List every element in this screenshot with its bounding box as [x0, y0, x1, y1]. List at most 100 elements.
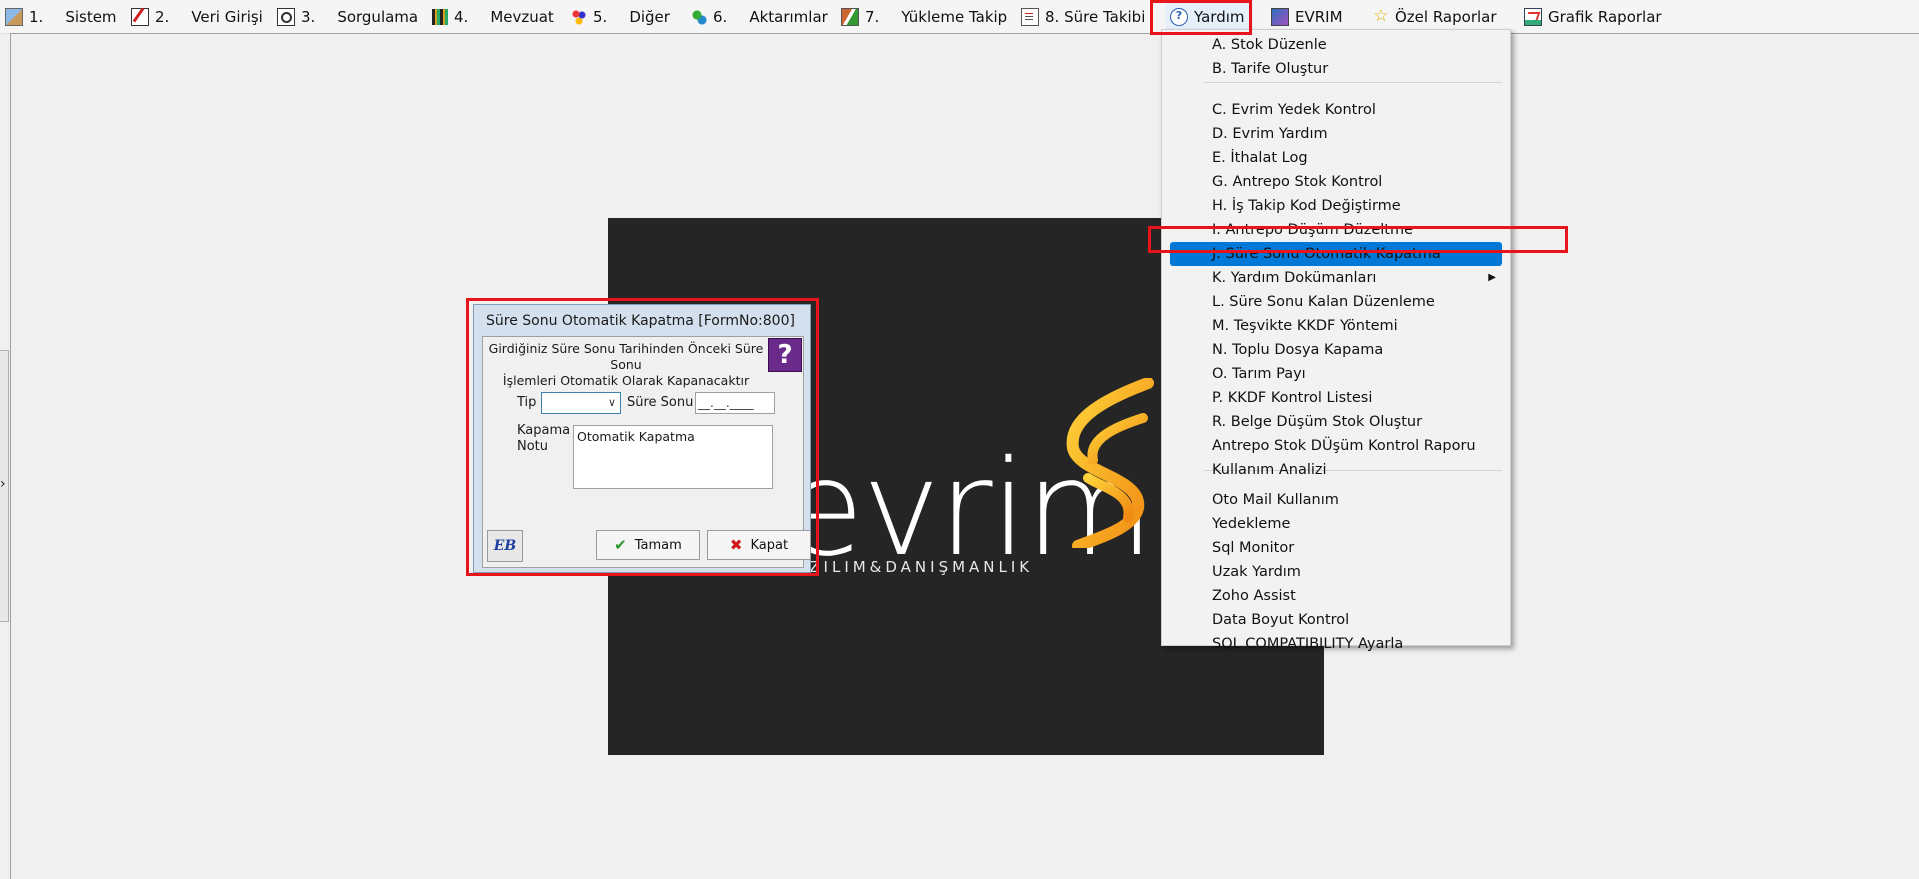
menu-diğer[interactable]: 5. Diğer [571, 0, 670, 33]
menu-number: 5. [593, 7, 608, 26]
kapama-notu-label-1: Kapama [517, 423, 571, 438]
menu-number: 1. [29, 7, 44, 26]
menu-grafik-raporlar[interactable]: Grafik Raporlar [1524, 0, 1662, 33]
pen-icon [131, 7, 149, 26]
gears-icon [691, 8, 707, 25]
dropdown-item-label: P. KKDF Kontrol Listesi [1212, 390, 1373, 406]
dropdown-item-label: R. Belge Düşüm Stok Oluştur [1212, 414, 1423, 430]
menu-mevzuat[interactable]: 4. Mevzuat [432, 0, 554, 33]
dropdown-item-6[interactable]: H. İş Takip Kod Değiştirme [1170, 194, 1502, 218]
menu-veri-girişi[interactable]: 2. Veri Girişi [131, 0, 263, 33]
menu-label: EVRIM [1295, 7, 1343, 26]
dropdown-item-11[interactable]: M. Teşvikte KKDF Yöntemi [1170, 314, 1502, 338]
dropdown-item-5[interactable]: G. Antrepo Stok Kontrol [1170, 170, 1502, 194]
dropdown-item-label: E. İthalat Log [1212, 150, 1308, 166]
tip-label: Tip [517, 395, 537, 410]
kapat-button[interactable]: ✖ Kapat [707, 530, 811, 560]
dropdown-item-18[interactable]: Oto Mail Kullanım [1170, 488, 1502, 512]
menu-sorgulama[interactable]: 3. Sorgulama [277, 0, 418, 33]
dropdown-item-9[interactable]: K. Yardım Dokümanları ▶ [1170, 266, 1502, 290]
dropdown-item-14[interactable]: P. KKDF Kontrol Listesi [1170, 386, 1502, 410]
magnifier-icon [277, 7, 295, 26]
dropdown-item-17[interactable]: Kullanım Analizi [1170, 458, 1502, 482]
dropdown-item-label: Yedekleme [1212, 516, 1291, 532]
dropdown-item-16[interactable]: Antrepo Stok DÜşüm Kontrol Raporu [1170, 434, 1502, 458]
dropdown-item-22[interactable]: Zoho Assist [1170, 584, 1502, 608]
dropdown-item-label: J. Süre Sonu Otomatik Kapatma [1212, 246, 1441, 262]
dropdown-item-20[interactable]: Sql Monitor [1170, 536, 1502, 560]
close-x-icon: ✖ [729, 536, 743, 554]
tamam-label: Tamam [634, 537, 682, 553]
menu-separator [1204, 82, 1502, 83]
logo-tagline: YAZILIM&DANIŞMANLIK [783, 558, 1034, 576]
dropdown-item-2[interactable]: C. Evrim Yedek Kontrol [1170, 98, 1502, 122]
menu-label: Sistem [65, 7, 117, 26]
dropdown-item-7[interactable]: I. Antrepo Düşüm Düzeltme [1170, 218, 1502, 242]
tamam-button[interactable]: ✔ Tamam [596, 530, 700, 560]
dropdown-item-label: Sql Monitor [1212, 540, 1295, 556]
menu-number: 6. [713, 7, 728, 26]
dropdown-item-13[interactable]: O. Tarım Payı [1170, 362, 1502, 386]
dropdown-item-19[interactable]: Yedekleme [1170, 512, 1502, 536]
dropdown-item-label: Kullanım Analizi [1212, 462, 1327, 478]
menu-8-süre-takibi[interactable]: 8. Süre Takibi [1021, 0, 1145, 33]
sure-sonu-label: Süre Sonu [627, 395, 694, 410]
book-icon [1271, 7, 1289, 26]
dialog-body: Girdiğiniz Süre Sonu Tarihinden Önceki S… [482, 336, 804, 528]
help-question-icon[interactable]: ? [768, 338, 802, 372]
checkmark-icon: ✔ [614, 536, 627, 554]
dropdown-item-21[interactable]: Uzak Yardım [1170, 560, 1502, 584]
dropdown-item-label: L. Süre Sonu Kalan Düzenleme [1212, 294, 1435, 310]
tip-value [542, 396, 545, 410]
logo-helix-icon [1066, 378, 1154, 548]
menu-yükleme-takip[interactable]: 7. Yükleme Takip [841, 0, 1007, 33]
menu-aktarımlar[interactable]: 6. Aktarımlar [691, 0, 828, 33]
menu-number: 4. [454, 7, 469, 26]
menu-label: Sorgulama [337, 7, 419, 26]
dropdown-item-label: Uzak Yardım [1212, 564, 1301, 580]
dropdown-item-label: K. Yardım Dokümanları [1212, 270, 1377, 286]
truck-icon [841, 7, 859, 26]
dialog-button-bar: EB ✔ Tamam ✖ Kapat [482, 527, 811, 568]
dropdown-item-4[interactable]: E. İthalat Log [1170, 146, 1502, 170]
eb-logo-button[interactable]: EB [487, 530, 523, 562]
menu-label: Mevzuat [490, 7, 554, 26]
dialog-title: Süre Sonu Otomatik Kapatma [FormNo:800] [486, 313, 795, 329]
star-icon: ☆ [1373, 5, 1389, 26]
menu-label: Veri Girişi [191, 7, 263, 26]
dropdown-item-label: O. Tarım Payı [1212, 366, 1306, 382]
dropdown-item-10[interactable]: L. Süre Sonu Kalan Düzenleme [1170, 290, 1502, 314]
dropdown-item-label: Zoho Assist [1212, 588, 1296, 604]
dropdown-item-24[interactable]: SQL COMPATIBILITY Ayarla [1170, 632, 1502, 656]
sure-sonu-date-input[interactable]: __.__.____ [695, 392, 775, 414]
dropdown-item-label: Data Boyut Kontrol [1212, 612, 1350, 628]
menu-sistem[interactable]: 1. Sistem [5, 0, 117, 33]
dropdown-item-label: N. Toplu Dosya Kapama [1212, 342, 1384, 358]
chevron-down-icon[interactable]: ∨ [608, 396, 616, 409]
kapama-notu-textarea[interactable]: Otomatik Kapatma [573, 425, 773, 489]
dropdown-item-3[interactable]: D. Evrim Yardım [1170, 122, 1502, 146]
yardim-dropdown-menu: A. Stok Düzenle B. Tarife Oluştur C. Evrim… [1161, 29, 1511, 652]
help-icon: ? [1170, 7, 1188, 26]
dropdown-item-0[interactable]: A. Stok Düzenle [1170, 33, 1502, 57]
dropdown-item-label: D. Evrim Yardım [1212, 126, 1328, 142]
dropdown-item-label: H. İş Takip Kod Değiştirme [1212, 198, 1401, 214]
dropdown-item-label: M. Teşvikte KKDF Yöntemi [1212, 318, 1398, 334]
info-line-1: Girdiğiniz Süre Sonu Tarihinden Önceki S… [488, 341, 764, 372]
dropdown-item-12[interactable]: N. Toplu Dosya Kapama [1170, 338, 1502, 362]
tip-combobox[interactable]: ∨ [541, 392, 621, 414]
menu-label: Yükleme Takip [901, 7, 1008, 26]
menu-label: 8. Süre Takibi [1045, 7, 1146, 26]
cube-icon [5, 7, 23, 26]
people-icon [571, 8, 587, 25]
menu-number: 2. [155, 7, 170, 26]
expand-arrow-icon[interactable]: › [0, 476, 6, 492]
dropdown-item-1[interactable]: B. Tarife Oluştur [1170, 57, 1502, 81]
dropdown-item-15[interactable]: R. Belge Düşüm Stok Oluştur [1170, 410, 1502, 434]
menu-label: Özel Raporlar [1395, 7, 1497, 26]
sure-sonu-dialog: Süre Sonu Otomatik Kapatma [FormNo:800] … [473, 304, 811, 573]
dropdown-item-23[interactable]: Data Boyut Kontrol [1170, 608, 1502, 632]
dropdown-item-8[interactable]: J. Süre Sonu Otomatik Kapatma [1170, 242, 1502, 266]
menu-bar: 1. Sistem 2. Veri Girişi 3. Sorgulama 4. Mevzua… [0, 0, 1919, 34]
kapama-notu-label-2: Notu [517, 439, 549, 454]
